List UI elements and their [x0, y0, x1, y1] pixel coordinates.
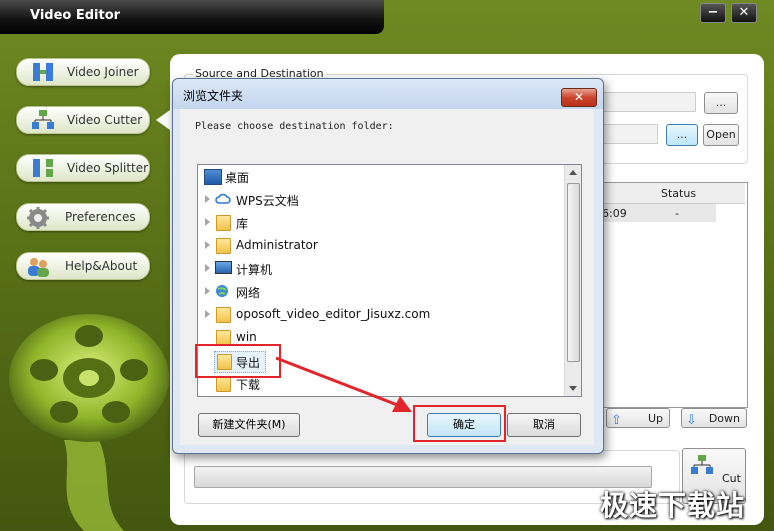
- nav-video-cutter[interactable]: Video Cutter: [16, 106, 150, 134]
- desktop-icon: [204, 169, 222, 185]
- folder-icon: [216, 307, 231, 323]
- annotation-arrow-icon: [275, 356, 412, 412]
- expand-arrow-icon[interactable]: [205, 264, 210, 272]
- annotation-highlight-ok: [413, 405, 506, 442]
- dialog-title: 浏览文件夹: [183, 89, 244, 103]
- destination-path-field[interactable]: [600, 124, 658, 144]
- user-folder-icon: [216, 238, 231, 254]
- dialog-close-button[interactable]: ✕: [561, 88, 597, 107]
- annotation-highlight-folder: [195, 344, 281, 378]
- library-icon: [216, 215, 231, 231]
- move-down-button[interactable]: ⇩ Down: [681, 408, 747, 428]
- nav-preferences[interactable]: Preferences: [16, 203, 150, 231]
- tree-item-label: oposoft_video_editor_Jisuxz.com: [236, 307, 431, 321]
- nav-label: Video Cutter: [67, 113, 143, 127]
- scrollbar-thumb[interactable]: [567, 183, 580, 362]
- folder-icon: [216, 376, 231, 392]
- cutter-icon: [31, 110, 55, 130]
- joiner-icon: [31, 62, 55, 82]
- move-up-button[interactable]: ⇧ Up: [606, 408, 670, 428]
- active-nav-indicator: [156, 110, 170, 130]
- gear-icon: [25, 207, 49, 229]
- nav-video-joiner[interactable]: Video Joiner: [16, 58, 150, 86]
- nav-label: Preferences: [65, 210, 136, 224]
- people-icon: [25, 256, 49, 277]
- expand-arrow-icon[interactable]: [205, 218, 210, 226]
- expand-arrow-icon[interactable]: [205, 241, 210, 249]
- computer-icon: [215, 261, 232, 274]
- down-arrow-icon: ⇩: [686, 413, 697, 428]
- open-button[interactable]: Open: [703, 124, 739, 146]
- expand-arrow-icon[interactable]: [205, 287, 210, 295]
- nav-label: Help&About: [65, 259, 138, 273]
- row-time-cell: 6:09: [602, 207, 627, 220]
- tree-item-label: 桌面: [225, 171, 250, 185]
- source-path-field[interactable]: [600, 92, 696, 112]
- minimize-button[interactable]: −: [700, 3, 726, 23]
- browse-source-button[interactable]: ...: [704, 92, 738, 114]
- progress-bar: [194, 466, 652, 488]
- film-reel-icon: [9, 314, 169, 531]
- cloud-icon: [215, 192, 231, 206]
- tree-scrollbar[interactable]: [564, 165, 581, 396]
- splitter-icon: [31, 158, 55, 178]
- down-label: Down: [708, 412, 740, 425]
- tree-item-label: 网络: [236, 286, 261, 300]
- expand-arrow-icon[interactable]: [205, 195, 210, 203]
- tree-item-label: WPS云文档: [236, 194, 299, 208]
- expand-arrow-icon[interactable]: [205, 310, 210, 318]
- app-title: Video Editor: [30, 8, 121, 23]
- status-column-header: Status: [661, 187, 697, 200]
- cut-icon: [691, 455, 713, 481]
- cancel-button[interactable]: 取消: [507, 413, 581, 437]
- nav-video-splitter[interactable]: Video Splitter: [16, 154, 150, 182]
- tree-item-label: 计算机: [236, 263, 273, 277]
- nav-help-about[interactable]: Help&About: [16, 252, 150, 280]
- up-label: Up: [647, 412, 663, 425]
- scroll-down-icon[interactable]: [569, 386, 577, 391]
- up-arrow-icon: ⇧: [611, 413, 622, 428]
- dialog-title-bar: 浏览文件夹 ✕: [173, 79, 603, 109]
- nav-label: Video Splitter: [67, 161, 149, 175]
- browse-destination-button[interactable]: ...: [666, 124, 698, 146]
- tree-item-label: 下载: [236, 378, 261, 392]
- tree-item-label: Administrator: [236, 238, 318, 252]
- dialog-prompt: Please choose destination folder:: [195, 121, 394, 132]
- tree-item-label: 库: [236, 217, 249, 231]
- nav-label: Video Joiner: [67, 65, 139, 79]
- network-icon: [215, 284, 231, 298]
- row-status-cell: -: [675, 207, 679, 220]
- scroll-up-icon[interactable]: [569, 170, 577, 175]
- watermark-text: 极速下载站: [600, 489, 746, 522]
- title-bar: Video Editor: [0, 0, 384, 34]
- close-button[interactable]: ✕: [731, 3, 757, 23]
- tree-item-label: win: [236, 330, 257, 344]
